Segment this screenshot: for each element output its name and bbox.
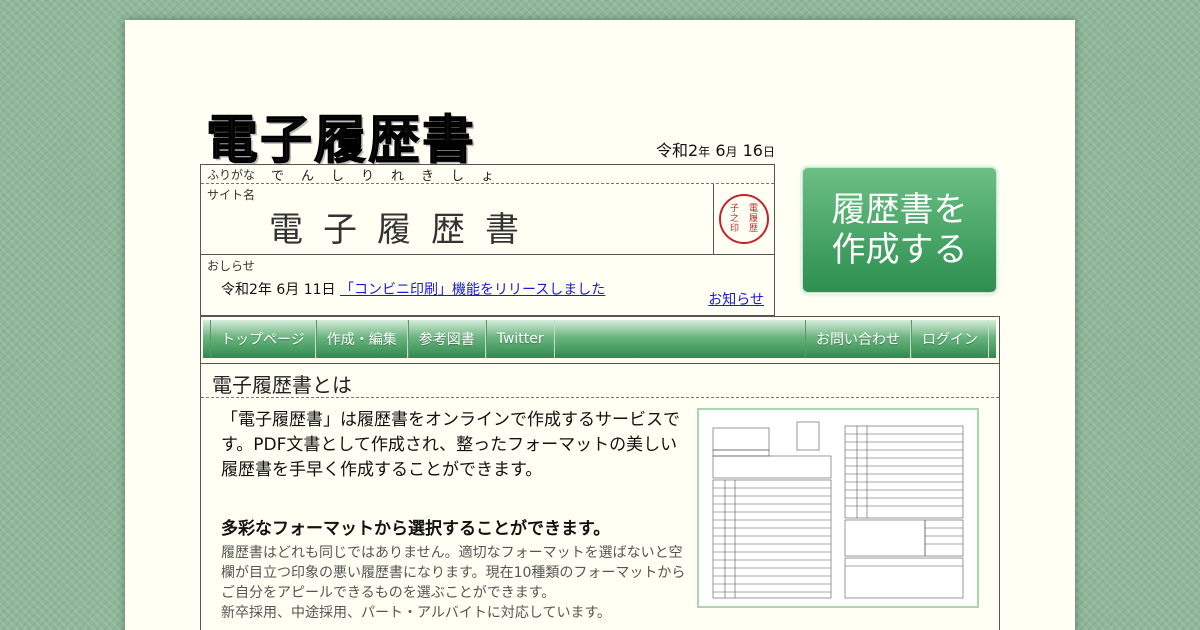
seal-char: 印: [729, 224, 739, 234]
seal-char: 子: [729, 204, 739, 214]
seal-cell: 子 電 之 履 印 歴: [713, 184, 774, 254]
nav-contact[interactable]: お問い合わせ: [805, 320, 911, 358]
name-row: サイト名 電子履歴書 子 電 之 履 印 歴: [201, 184, 774, 255]
news-row: おしらせ 令和2年 6月 11日 「コンビニ印刷」機能をリリースしました お知ら…: [201, 255, 774, 315]
seal-char: 歴: [748, 224, 758, 234]
header-date: 令和2年 6月 16日: [656, 137, 775, 161]
nav-reference-books[interactable]: 参考図書: [407, 320, 486, 358]
news-date: 令和2年 6月 11日: [221, 282, 336, 298]
seal-char: 電: [748, 204, 758, 214]
date-era: 令和2: [656, 141, 699, 160]
seal-stamp-icon: 子 電 之 履 印 歴: [719, 194, 769, 244]
news-label: おしらせ: [207, 259, 255, 273]
nav-create-edit[interactable]: 作成・編集: [315, 320, 408, 358]
site-logo[interactable]: 電子履歴書: [205, 98, 476, 172]
name-label: サイト名: [207, 188, 256, 202]
cta-line-1: 履歴書を: [831, 190, 968, 230]
global-nav: トップページ 作成・編集 参考図書 Twitter お問い合わせ ログイン: [203, 320, 996, 358]
date-month: 6: [715, 141, 726, 160]
intro-text: 「電子履歴書」は履歴書をオンラインで作成するサービスです。PDF文書として作成さ…: [221, 410, 680, 480]
nav-top-page[interactable]: トップページ: [210, 320, 316, 358]
section-title: 電子履歴書とは: [201, 363, 999, 398]
resume-form-illustration: [699, 410, 977, 606]
news-more-link[interactable]: お知らせ: [708, 289, 764, 309]
nav-twitter[interactable]: Twitter: [485, 320, 555, 358]
date-day: 16: [742, 141, 763, 160]
feature-line: 新卒採用、中途採用、パート・アルバイトに対応しています。: [221, 605, 612, 621]
profile-box: ふりがな でんしりれきしょ サイト名 電子履歴書 子 電 之 履 印 歴 おしら…: [200, 164, 775, 316]
resume-preview-image: [697, 408, 979, 608]
furigana-row: ふりがな でんしりれきしょ: [201, 165, 774, 184]
create-resume-button[interactable]: 履歴書を 作成する: [802, 167, 997, 293]
date-month-unit: 月: [725, 145, 738, 159]
nav-left-group: トップページ 作成・編集 参考図書 Twitter: [203, 320, 555, 358]
nav-right-group: お問い合わせ ログイン: [805, 320, 996, 358]
feature-line: 欄が目立つ印象の悪い履歴書になります。現在10種類のフォーマットから: [221, 565, 686, 581]
news-link[interactable]: 「コンビニ印刷」機能をリリースしました: [340, 282, 605, 298]
seal-char: 履: [748, 214, 758, 224]
nav-login[interactable]: ログイン: [911, 320, 989, 358]
name-value: 電子履歴書: [269, 210, 539, 250]
cta-line-2: 作成する: [831, 230, 968, 270]
feature-description: 履歴書はどれも同じではありません。適切なフォーマットを選ばないと空 欄が目立つ印…: [221, 543, 691, 623]
date-year-unit: 年: [698, 145, 711, 159]
furigana-value: でんしりれきしょ: [271, 168, 512, 184]
seal-char: 之: [729, 214, 739, 224]
news-item: 令和2年 6月 11日 「コンビニ印刷」機能をリリースしました: [221, 279, 605, 299]
feature-line: ご自分をアピールできるものを選ぶことができます。: [221, 585, 556, 601]
feature-heading: 多彩なフォーマットから選択することができます。: [221, 519, 611, 539]
date-day-unit: 日: [762, 145, 775, 159]
feature-line: 履歴書はどれも同じではありません。適切なフォーマットを選ばないと空: [221, 545, 683, 561]
furigana-label: ふりがな: [207, 167, 256, 182]
